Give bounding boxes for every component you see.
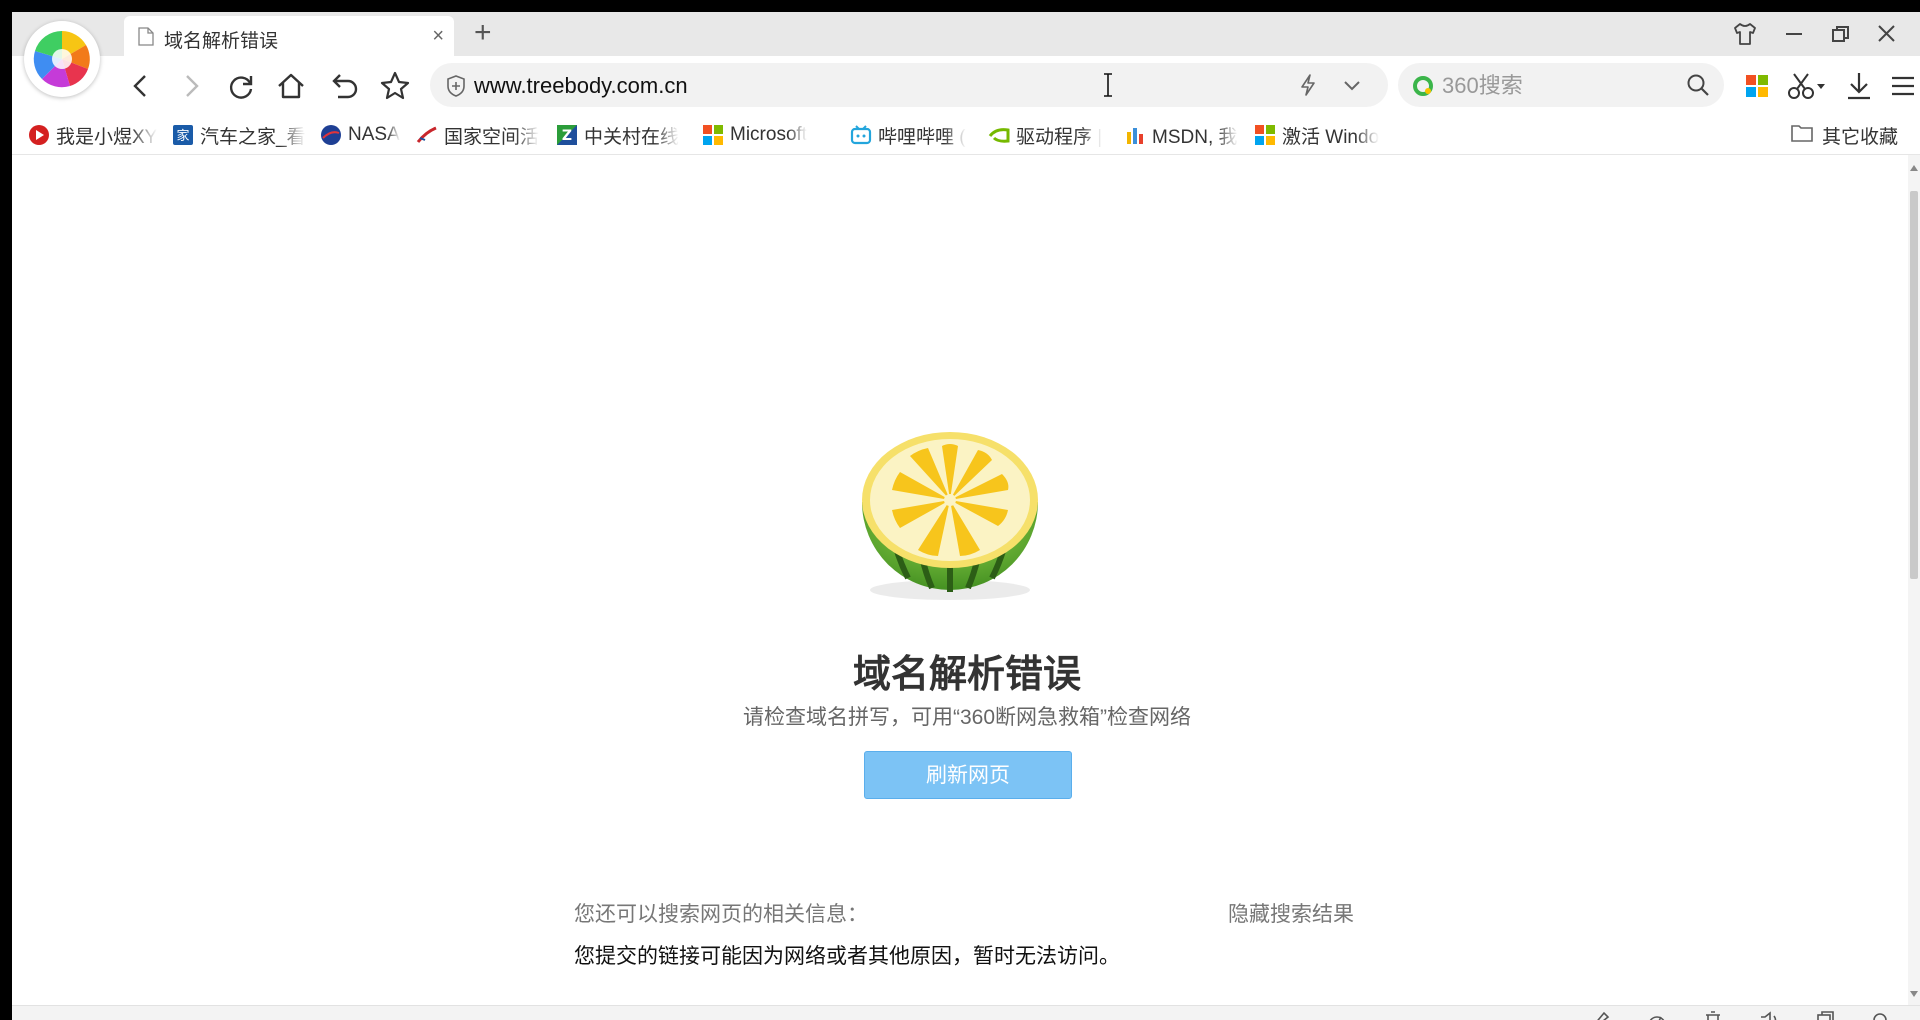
speedometer-icon[interactable]: [1646, 1011, 1668, 1020]
related-info-text: 您提交的链接可能因为网络或者其他原因，暂时无法访问。: [574, 945, 1120, 968]
error-subtitle: 请检查域名拼写，可用“360断网急救箱”检查网络: [742, 706, 1192, 729]
svg-text:家: 家: [176, 128, 189, 144]
bookmarks-bar: 我是小煜XY 家 汽车之家_看 NASA 国家空间活 Z 中关村在线 Micro…: [12, 116, 1920, 155]
home-icon[interactable]: [274, 69, 308, 103]
close-window-icon[interactable]: [1874, 22, 1904, 46]
address-bar[interactable]: [430, 63, 1388, 107]
related-info-label: 您还可以搜索网页的相关信息：: [574, 903, 868, 926]
sound-icon[interactable]: [1758, 1011, 1780, 1020]
new-tab-button[interactable]: +: [474, 16, 492, 50]
menu-hamburger-icon[interactable]: [1888, 69, 1920, 103]
active-tab[interactable]: 域名解析错误 ×: [124, 16, 454, 56]
speed-mode-bolt-icon[interactable]: [1298, 74, 1318, 101]
bookmark-item[interactable]: Microsoft: [702, 121, 844, 149]
bookmark-item[interactable]: MSDN, 我: [1124, 121, 1250, 149]
navigation-toolbar: [12, 56, 1920, 116]
hide-search-results-link[interactable]: 隐藏搜索结果: [1228, 898, 1354, 928]
bookmark-item[interactable]: 家 汽车之家_看: [172, 121, 318, 149]
browser-logo-icon[interactable]: [24, 21, 100, 97]
msdn-icon: [1124, 124, 1146, 146]
bookmark-item[interactable]: 哔哩哔哩 (: [850, 121, 982, 149]
bookmark-item[interactable]: Z 中关村在线: [556, 121, 696, 149]
window-mode-icon[interactable]: [1814, 1011, 1836, 1020]
text-cursor-icon: [1102, 73, 1114, 102]
zol-icon: Z: [556, 124, 578, 146]
space-rocket-icon: [416, 124, 438, 146]
chevron-down-icon[interactable]: [1342, 76, 1362, 99]
bilibili-icon: [850, 124, 872, 146]
microsoft-icon: [702, 124, 724, 146]
page-document-icon: [138, 27, 154, 51]
refresh-page-button[interactable]: 刷新网页: [864, 751, 1072, 799]
nvidia-icon: [988, 124, 1010, 146]
other-bookmarks-folder[interactable]: 其它收藏: [1790, 121, 1898, 149]
back-arrow-icon[interactable]: [124, 69, 158, 103]
security-shield-icon[interactable]: [446, 75, 466, 102]
scroll-up-arrow-icon[interactable]: [1910, 165, 1918, 171]
bookmark-item[interactable]: 我是小煜XY: [28, 121, 170, 149]
error-title: 域名解析错误: [852, 654, 1081, 696]
apps-grid-icon[interactable]: [1740, 69, 1774, 103]
bookmark-item[interactable]: NASA: [320, 121, 420, 149]
search-input[interactable]: [1440, 71, 1674, 101]
tab-close-icon[interactable]: ×: [432, 25, 444, 48]
bookmark-item[interactable]: 激活 Windo: [1254, 121, 1404, 149]
search-icon[interactable]: [1686, 73, 1710, 102]
browser-window: 域名解析错误 × + www.treebody.com.cn 360搜索 我是小…: [12, 12, 1920, 1020]
folder-icon: [1790, 122, 1814, 149]
nasa-icon: [320, 124, 342, 146]
scroll-down-arrow-icon[interactable]: [1910, 991, 1918, 997]
url-input[interactable]: [472, 71, 1276, 101]
bookmark-item[interactable]: 国家空间活: [416, 121, 556, 149]
windows-icon: [1254, 124, 1276, 146]
restore-window-icon[interactable]: [1828, 22, 1858, 46]
search-box[interactable]: [1398, 63, 1724, 107]
zoom-search-icon[interactable]: [1870, 1011, 1892, 1020]
page-content: 域名解析错误 请检查域名拼写，可用“360断网急救箱”检查网络 刷新网页 您还可…: [12, 155, 1908, 1005]
vertical-scrollbar[interactable]: [1908, 155, 1920, 1005]
undo-close-tab-icon[interactable]: [326, 69, 360, 103]
tab-strip: 域名解析错误 × +: [12, 12, 1920, 56]
scroll-thumb[interactable]: [1910, 191, 1918, 579]
bookmark-item[interactable]: 驱动程序 |: [988, 121, 1122, 149]
status-bar: [12, 1005, 1920, 1020]
tab-title: 域名解析错误: [164, 31, 279, 52]
svg-text:Z: Z: [562, 128, 572, 144]
search-360-logo-icon: [1412, 75, 1434, 102]
reload-icon[interactable]: [224, 69, 258, 103]
watermelon-lemon-icon: [850, 410, 1050, 615]
trash-clean-icon[interactable]: [1702, 1011, 1724, 1020]
screenshot-scissors-icon[interactable]: [1784, 69, 1828, 103]
rocket-accelerate-icon[interactable]: [1590, 1011, 1612, 1020]
autohome-icon: 家: [172, 124, 194, 146]
video-play-icon: [28, 124, 50, 146]
download-icon[interactable]: [1842, 69, 1876, 103]
skin-shirt-icon[interactable]: [1732, 22, 1762, 46]
favorite-star-icon[interactable]: [378, 69, 412, 103]
minimize-icon[interactable]: [1782, 22, 1812, 46]
forward-arrow-icon[interactable]: [174, 69, 208, 103]
